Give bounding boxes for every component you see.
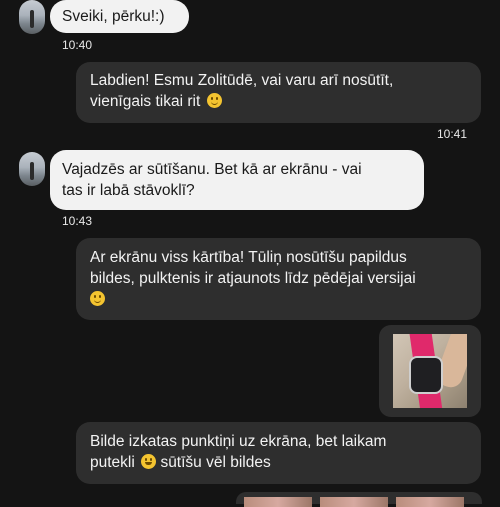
outgoing-message-bubble[interactable]: Ar ekrānu viss kārtība! Tūliņ nosūtīšu p…	[76, 238, 481, 320]
message-text-line-1: Vajadzēs ar sūtīšanu. Bet kā ar ekrānu -…	[62, 161, 362, 178]
smile-emoji-icon	[90, 291, 105, 306]
smile-emoji-icon	[206, 93, 222, 108]
incoming-message-bubble[interactable]: Vajadzēs ar sūtīšanu. Bet kā ar ekrānu -…	[50, 150, 424, 210]
message-timestamp: 10:41	[437, 127, 468, 141]
message-timestamp: 10:43	[62, 214, 93, 228]
outgoing-image-strip[interactable]	[236, 492, 482, 507]
message-text: Sveiki, pērku!:)	[62, 8, 165, 25]
watch-photo-thumbnail[interactable]	[393, 334, 467, 408]
incoming-message-bubble[interactable]: Sveiki, pērku!:)	[50, 0, 189, 33]
message-text-line-1: Labdien! Esmu Zolitūdē, vai varu arī nos…	[90, 72, 394, 89]
outgoing-image-message[interactable]	[379, 325, 481, 417]
message-text-line-2: putekli	[90, 454, 135, 471]
outgoing-message-bubble[interactable]: Labdien! Esmu Zolitūdē, vai varu arī nos…	[76, 62, 481, 123]
contact-avatar[interactable]	[19, 152, 45, 186]
photo-thumbnail[interactable]	[320, 497, 388, 507]
photo-thumbnail[interactable]	[244, 497, 312, 507]
message-timestamp: 10:40	[62, 38, 93, 52]
message-text-line-2: vienīgais tikai rit	[90, 93, 201, 110]
message-text-line-2: bildes, pulktenis ir atjaunots līdz pēdē…	[90, 270, 416, 287]
message-text-line-1: Ar ekrānu viss kārtība! Tūliņ nosūtīšu p…	[90, 249, 407, 266]
photo-thumbnail[interactable]	[396, 497, 464, 507]
message-text-line-2-end: sūtīšu vēl bildes	[160, 454, 271, 471]
outgoing-message-bubble[interactable]: Bilde izkatas punktiņi uz ekrāna, bet la…	[76, 422, 481, 484]
message-text-line-2: tas ir labā stāvoklī?	[62, 182, 195, 199]
grin-emoji-icon	[141, 454, 157, 469]
contact-avatar[interactable]	[19, 0, 45, 34]
message-text-line-1: Bilde izkatas punktiņi uz ekrāna, bet la…	[90, 433, 387, 450]
